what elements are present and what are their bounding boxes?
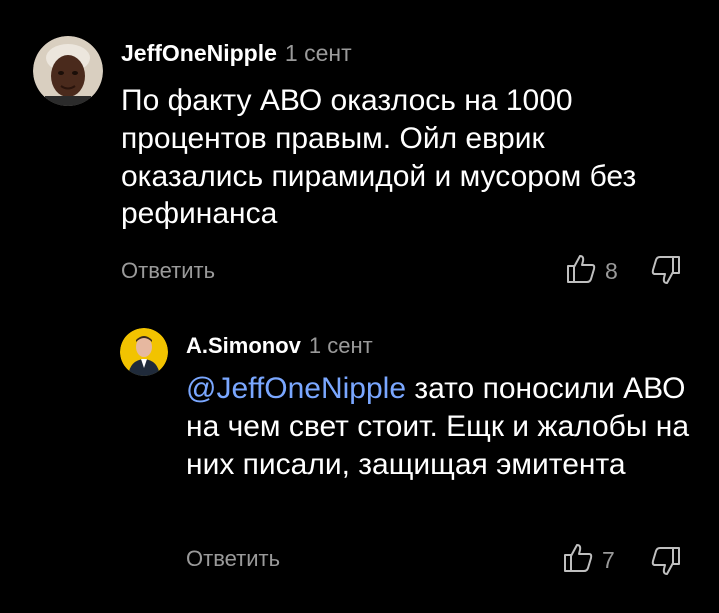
dislike-button[interactable]	[650, 254, 682, 291]
comment-header: A.Simonov 1 сент	[186, 333, 373, 359]
like-button[interactable]: 7	[562, 542, 615, 579]
reply-button[interactable]: Ответить	[121, 258, 215, 284]
thumbs-up-icon	[562, 542, 594, 579]
comment-body: По факту АВО оказлось на 1000 процентов …	[121, 84, 637, 231]
thumbs-up-icon	[565, 253, 597, 290]
comment-text: По факту АВО оказлось на 1000 процентов …	[121, 82, 691, 233]
comment-date: 1 сент	[308, 333, 373, 358]
like-count: 7	[602, 547, 615, 573]
mention-link[interactable]: @JeffOneNipple	[186, 372, 406, 405]
comment-date: 1 сент	[284, 40, 352, 66]
thumbs-down-icon	[650, 547, 682, 581]
avatar[interactable]	[120, 328, 168, 376]
like-button[interactable]: 8	[565, 253, 618, 290]
author-name[interactable]: JeffOneNipple	[121, 40, 277, 67]
dislike-button[interactable]	[650, 545, 682, 582]
comment-text: @JeffOneNipple зато поносили АВО на чем …	[186, 370, 696, 483]
author-name[interactable]: A.Simonov	[186, 333, 301, 359]
like-count: 8	[605, 258, 618, 284]
avatar[interactable]	[33, 36, 103, 106]
reply-button[interactable]: Ответить	[186, 546, 280, 572]
thumbs-down-icon	[650, 256, 682, 290]
comment-header: JeffOneNipple 1 сент	[121, 40, 352, 67]
